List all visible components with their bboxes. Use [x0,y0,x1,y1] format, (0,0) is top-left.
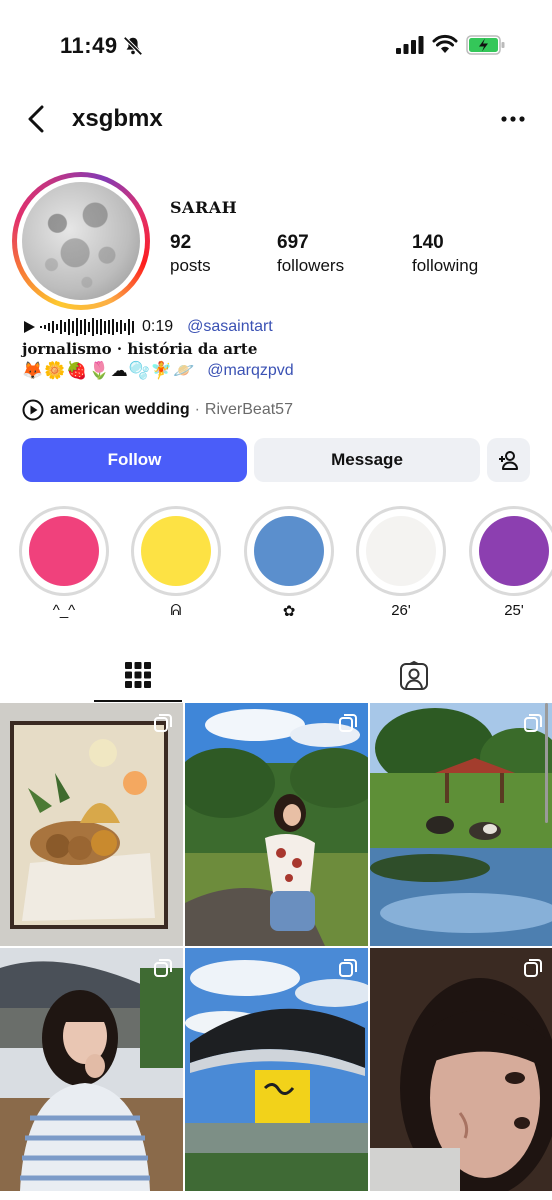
highlight-label: 25' [504,602,524,619]
wifi-icon [432,34,458,53]
post-image [185,948,368,1191]
highlight-ring [131,506,221,596]
bio-text: jornalismo · história da arte [22,340,258,358]
highlight-cover [141,516,211,586]
music-artist: RiverBeat57 [204,401,293,418]
display-name: SARAH [170,198,238,217]
highlight-cover [366,516,436,586]
post-thumbnail[interactable] [370,948,552,1191]
highlight-1[interactable]: ^_^ [19,506,109,622]
highlight-3[interactable]: ✿ [244,506,334,622]
planet-emoji: 🪐 [173,361,195,381]
post-thumbnail[interactable] [0,703,183,946]
audio-duration: 0:19 [142,318,174,335]
header-username: xsgbmx [72,105,163,132]
posts-grid [0,703,552,1200]
signal-icon [396,36,424,54]
message-button[interactable]: Message [254,438,480,482]
tulip-emoji: 🌷 [88,361,110,381]
audio-mention-link[interactable]: @sasaintart [187,318,273,336]
highlight-label: ^_^ [52,602,76,619]
post-image [185,703,368,946]
bubbles-emoji: 🫧 [128,361,150,381]
post-image [370,703,552,946]
highlight-ring [19,506,109,596]
highlight-label: ✿ [282,603,296,620]
highlight-ring [356,506,446,596]
stat-posts-label: posts [170,256,211,275]
highlight-2[interactable]: ᕱ [131,506,221,622]
grid-scrollbar[interactable] [545,703,548,823]
post-thumbnail[interactable] [185,948,368,1191]
tagged-icon [400,660,428,690]
stat-posts-value: 92 [170,232,192,253]
highlight-4[interactable]: 26' [356,506,446,622]
fox-emoji: 🦊 [22,361,44,381]
highlight-cover [29,516,99,586]
battery-charging-icon [466,35,505,55]
multiple-photos-icon [339,714,357,732]
suggest-users-button[interactable] [487,438,530,482]
silent-bell-icon [123,36,143,56]
highlight-label: ᕱ [170,602,182,619]
bio-audio-row[interactable]: 0:19 @sasaintart [22,316,273,338]
follow-button[interactable]: Follow [22,438,247,482]
play-icon[interactable] [22,320,36,334]
fairy-emoji: 🧚 [150,361,173,381]
tab-posts-grid[interactable] [94,650,182,702]
avatar[interactable] [12,172,150,310]
more-options-icon[interactable] [498,107,528,131]
flower-emoji: 🌼 [44,361,66,381]
post-thumbnail[interactable] [0,948,183,1191]
post-image [370,948,552,1191]
grid-icon [125,662,151,688]
cloud-emoji: ☁ [110,361,128,381]
multiple-photos-icon [339,959,357,977]
multiple-photos-icon [154,959,172,977]
back-arrow-icon[interactable] [24,103,50,135]
multiple-photos-icon [154,714,172,732]
stat-followers-value: 697 [277,232,309,253]
highlight-ring [244,506,334,596]
waveform-icon [40,318,134,336]
add-user-icon [498,451,518,470]
highlight-label: 26' [391,602,411,619]
stat-following-label: following [412,256,479,275]
stat-followers[interactable]: 697 followers [277,232,344,276]
profile-tabs [0,650,552,702]
post-image [0,703,183,946]
status-bar: 11:49 [0,0,552,90]
stat-posts[interactable]: 92 posts [170,232,211,276]
profile-music[interactable]: american wedding · RiverBeat57 [22,398,293,422]
status-time: 11:49 [60,33,118,58]
stat-followers-label: followers [277,256,345,275]
post-image [0,948,183,1191]
post-thumbnail[interactable] [185,703,368,946]
bio-emoji-row: 🦊 🌼 🍓 🌷 ☁ 🫧 🧚 🪐 @marqzpvd [22,360,294,382]
avatar-border [17,177,145,305]
bio-mention-link[interactable]: @marqzpvd [207,362,294,380]
stat-following[interactable]: 140 following [412,232,478,276]
post-thumbnail[interactable] [370,703,552,946]
multiple-photos-icon [524,714,542,732]
multiple-photos-icon [524,959,542,977]
tab-tagged[interactable] [370,650,458,702]
strawberry-emoji: 🍓 [66,361,88,381]
stat-following-value: 140 [412,232,444,253]
profile-header: xsgbmx [0,95,552,145]
music-play-icon [22,399,44,421]
music-title: american wedding [50,401,190,418]
highlight-ring [469,506,552,596]
highlight-cover [479,516,549,586]
highlight-5[interactable]: 25' [469,506,552,622]
music-separator: · [194,401,200,418]
avatar-image [22,182,140,300]
highlight-cover [254,516,324,586]
